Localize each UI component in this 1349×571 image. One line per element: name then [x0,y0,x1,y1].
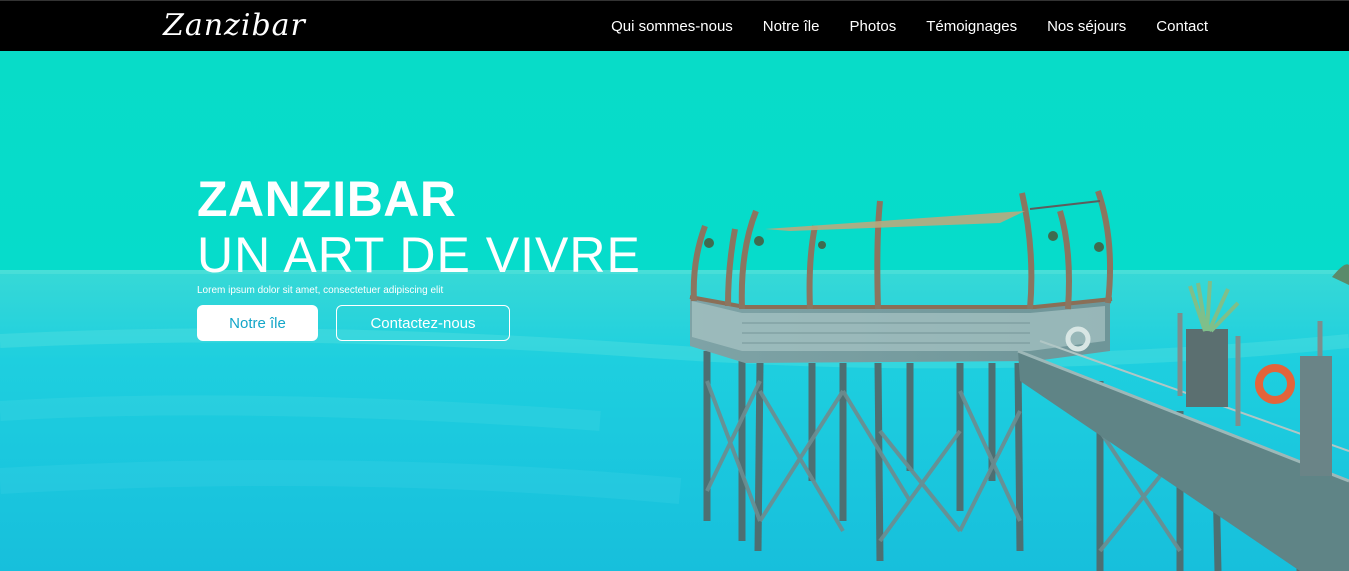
top-navbar: Zanzibar Qui sommes-nous Notre île Photo… [0,0,1349,51]
notre-ile-button[interactable]: Notre île [197,305,318,341]
hero-title: ZANZIBAR [197,171,457,227]
hero-description: Lorem ipsum dolor sit amet, consectetuer… [197,285,444,296]
nav-item-notre-ile[interactable]: Notre île [763,18,820,35]
nav-item-temoignages[interactable]: Témoignages [926,18,1017,35]
nav-item-nos-sejours[interactable]: Nos séjours [1047,18,1126,35]
nav-item-contact[interactable]: Contact [1156,18,1208,35]
contactez-nous-button[interactable]: Contactez-nous [336,305,510,341]
nav-item-qui-sommes-nous[interactable]: Qui sommes-nous [611,18,733,35]
hero-section: ZANZIBAR UN ART DE VIVRE Lorem ipsum dol… [0,51,1349,571]
main-nav: Qui sommes-nous Notre île Photos Témoign… [611,1,1208,52]
hero-subtitle: UN ART DE VIVRE [197,227,641,283]
site-logo[interactable]: Zanzibar [163,7,306,45]
nav-item-photos[interactable]: Photos [850,18,897,35]
